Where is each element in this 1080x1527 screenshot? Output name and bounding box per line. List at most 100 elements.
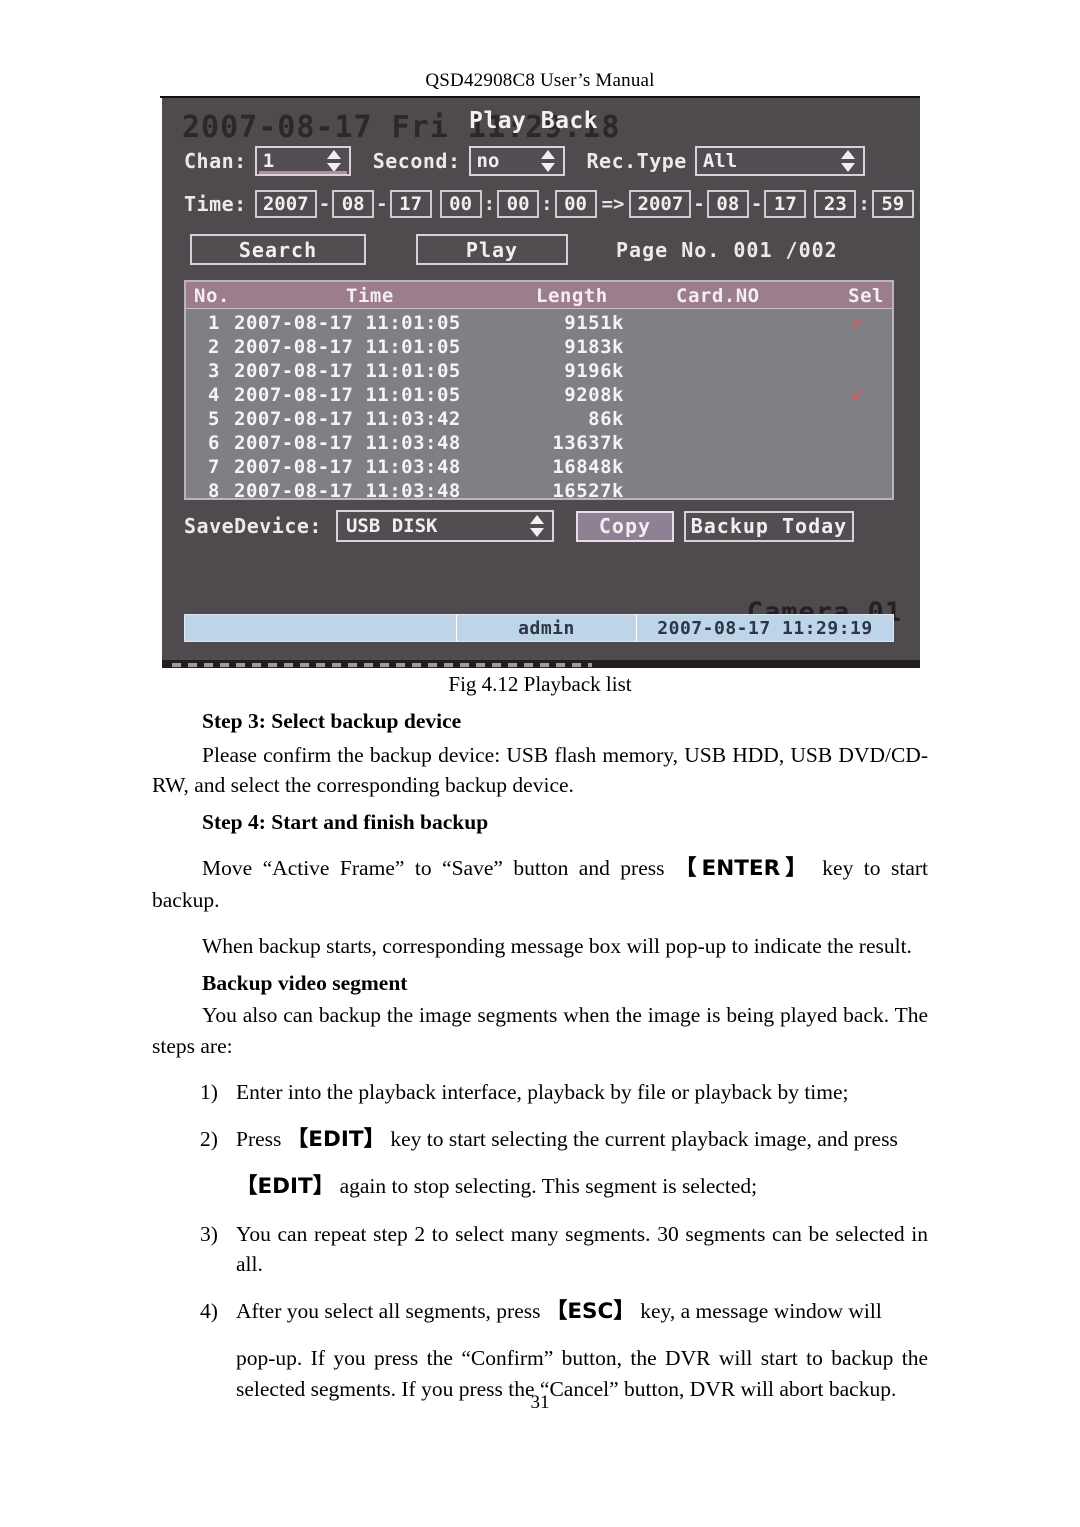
chan-underline: [258, 171, 347, 174]
list-item-number: 1): [200, 1080, 218, 1105]
status-time-cell: 2007-08-17 11:29:19: [637, 615, 893, 641]
list-body: 1 2007-08-17 11:01:05 9151k ✔ 2 2007-08-…: [186, 309, 892, 503]
start-minute-field[interactable]: 00: [497, 190, 540, 218]
list-item: 3) You can repeat step 2 to select many …: [152, 1219, 928, 1280]
column-header-no: No.: [194, 285, 230, 307]
list-item-number: 4): [200, 1298, 218, 1323]
edit-key-label: 【EDIT】: [236, 1174, 335, 1200]
cell-length: 13637k: [552, 432, 624, 454]
end-hour-field[interactable]: 23: [814, 190, 857, 218]
list-item: 2) Press 【EDIT】 key to start selecting th…: [152, 1124, 928, 1156]
time-separator: :: [483, 193, 496, 215]
range-arrow: =>: [601, 193, 625, 215]
save-device-label: SaveDevice:: [184, 514, 322, 538]
chan-value: 1: [262, 149, 275, 172]
second-select[interactable]: no: [468, 146, 565, 176]
screen-edge-dashes: [172, 663, 592, 667]
table-row[interactable]: 8 2007-08-17 11:03:48 16527k: [186, 479, 892, 503]
list-item-number: 2): [200, 1126, 218, 1151]
cell-length: 16527k: [552, 480, 624, 502]
end-year-field[interactable]: 2007: [629, 190, 692, 218]
second-label: Second:: [372, 149, 461, 173]
second-value: no: [476, 149, 500, 172]
table-row[interactable]: 7 2007-08-17 11:03:48 16848k: [186, 455, 892, 479]
start-hour-field[interactable]: 00: [439, 190, 482, 218]
manual-body: Step 3: Select backup device Please conf…: [152, 700, 928, 1404]
step2-continuation-text: again to stop selecting. This segment is…: [334, 1174, 758, 1199]
column-header-sel: Sel: [848, 285, 884, 307]
cell-length: 9183k: [564, 336, 624, 358]
step3-heading: Step 3: Select backup device: [202, 709, 462, 733]
table-row[interactable]: 3 2007-08-17 11:01:05 9196k: [186, 359, 892, 383]
table-row[interactable]: 2 2007-08-17 11:01:05 9183k: [186, 335, 892, 359]
backup-today-button[interactable]: Backup Today: [683, 510, 854, 542]
edit-key-label: 【EDIT】: [286, 1126, 385, 1152]
segment-steps-list-2: 3) You can repeat step 2 to select many …: [152, 1219, 928, 1328]
check-icon[interactable]: ✔: [853, 312, 864, 333]
copy-button[interactable]: Copy: [575, 510, 674, 542]
end-day-field[interactable]: 17: [764, 190, 807, 218]
play-button[interactable]: Play: [416, 234, 568, 265]
table-row[interactable]: 4 2007-08-17 11:01:05 9208k ✔: [186, 383, 892, 407]
cell-no: 5: [208, 408, 220, 430]
search-button[interactable]: Search: [190, 234, 366, 265]
page-info: Page No. 001 /002: [616, 237, 838, 262]
time-separator: :: [914, 193, 920, 215]
start-year-field[interactable]: 2007: [254, 190, 317, 218]
cell-time: 2007-08-17 11:03:48: [234, 456, 461, 478]
rec-type-value: All: [702, 149, 738, 172]
chevron-updown-icon[interactable]: [530, 515, 545, 537]
cell-length: 9151k: [564, 312, 624, 334]
start-day-field[interactable]: 17: [389, 190, 432, 218]
end-minute-field[interactable]: 59: [871, 190, 914, 218]
list-item-text-a: After you select all segments, press: [236, 1298, 546, 1323]
check-icon[interactable]: ✔: [853, 384, 864, 405]
cell-no: 1: [208, 312, 220, 334]
cell-length: 86k: [588, 408, 624, 430]
page-number: 31: [530, 1392, 550, 1413]
cell-length: 9208k: [564, 384, 624, 406]
cell-no: 7: [208, 456, 220, 478]
table-row[interactable]: 6 2007-08-17 11:03:48 13637k: [186, 431, 892, 455]
table-row[interactable]: 1 2007-08-17 11:01:05 9151k ✔: [186, 311, 892, 335]
manual-page: QSD42908C8 User’s Manual 2007-08-17 Fri …: [0, 0, 1080, 1527]
step4-p1-a: Move “Active Frame” to “Save” button and…: [202, 856, 675, 881]
cell-time: 2007-08-17 11:01:05: [234, 312, 461, 334]
chevron-updown-icon[interactable]: [327, 150, 342, 172]
status-user-cell: admin: [457, 615, 637, 641]
list-item-text: Enter into the playback interface, playb…: [236, 1080, 849, 1105]
list-item: 1) Enter into the playback interface, pl…: [152, 1077, 928, 1108]
segment-heading: Backup video segment: [202, 970, 408, 995]
chevron-updown-icon[interactable]: [541, 150, 556, 172]
list-item-text-b: key to start selecting the current playb…: [384, 1126, 898, 1151]
chevron-updown-icon[interactable]: [841, 150, 856, 172]
playback-title: Play Back: [469, 108, 599, 134]
chan-select[interactable]: 1: [254, 146, 351, 176]
start-month-field[interactable]: 08: [332, 190, 375, 218]
step2-continuation: 【EDIT】 again to stop selecting. This seg…: [152, 1171, 928, 1203]
list-item-number: 3): [200, 1221, 218, 1246]
table-row[interactable]: 5 2007-08-17 11:03:42 86k: [186, 407, 892, 431]
list-item-text: You can repeat step 2 to select many seg…: [236, 1221, 928, 1277]
time-range-row: Time: 2007 - 08 - 17 00 : 00 : 00 => 200…: [184, 190, 920, 218]
start-second-field[interactable]: 00: [554, 190, 597, 218]
step4-heading: Step 4: Start and finish backup: [202, 809, 489, 834]
column-header-length: Length: [536, 285, 608, 307]
list-item: 4) After you select all segments, press 【…: [152, 1296, 928, 1328]
time-separator: :: [541, 193, 553, 215]
screen-bottom-edge: [162, 660, 920, 668]
playback-file-list[interactable]: No. Time Length Card.NO Sel 1 2007-08-17…: [184, 280, 894, 503]
step3-body: Please confirm the backup device: USB fl…: [152, 742, 928, 798]
rec-type-select[interactable]: All: [694, 146, 865, 176]
save-device-select[interactable]: USB DISK: [335, 510, 554, 542]
cell-time: 2007-08-17 11:01:05: [234, 336, 461, 358]
end-month-field[interactable]: 08: [706, 190, 749, 218]
cell-length: 9196k: [564, 360, 624, 382]
rec-type-label: Rec.Type: [586, 149, 687, 173]
segment-intro: You also can backup the image segments w…: [152, 1003, 928, 1058]
step4-paragraph-2: When backup starts, corresponding messag…: [202, 934, 912, 959]
step4-paragraph-1: Move “Active Frame” to “Save” button and…: [152, 853, 928, 915]
save-device-value: USB DISK: [345, 515, 438, 537]
dvr-playback-screenshot: 2007-08-17 Fri 11:29:18 Play Back Chan: …: [162, 98, 920, 668]
filter-row: Chan: 1 Second: no Rec.Type All: [184, 146, 865, 176]
